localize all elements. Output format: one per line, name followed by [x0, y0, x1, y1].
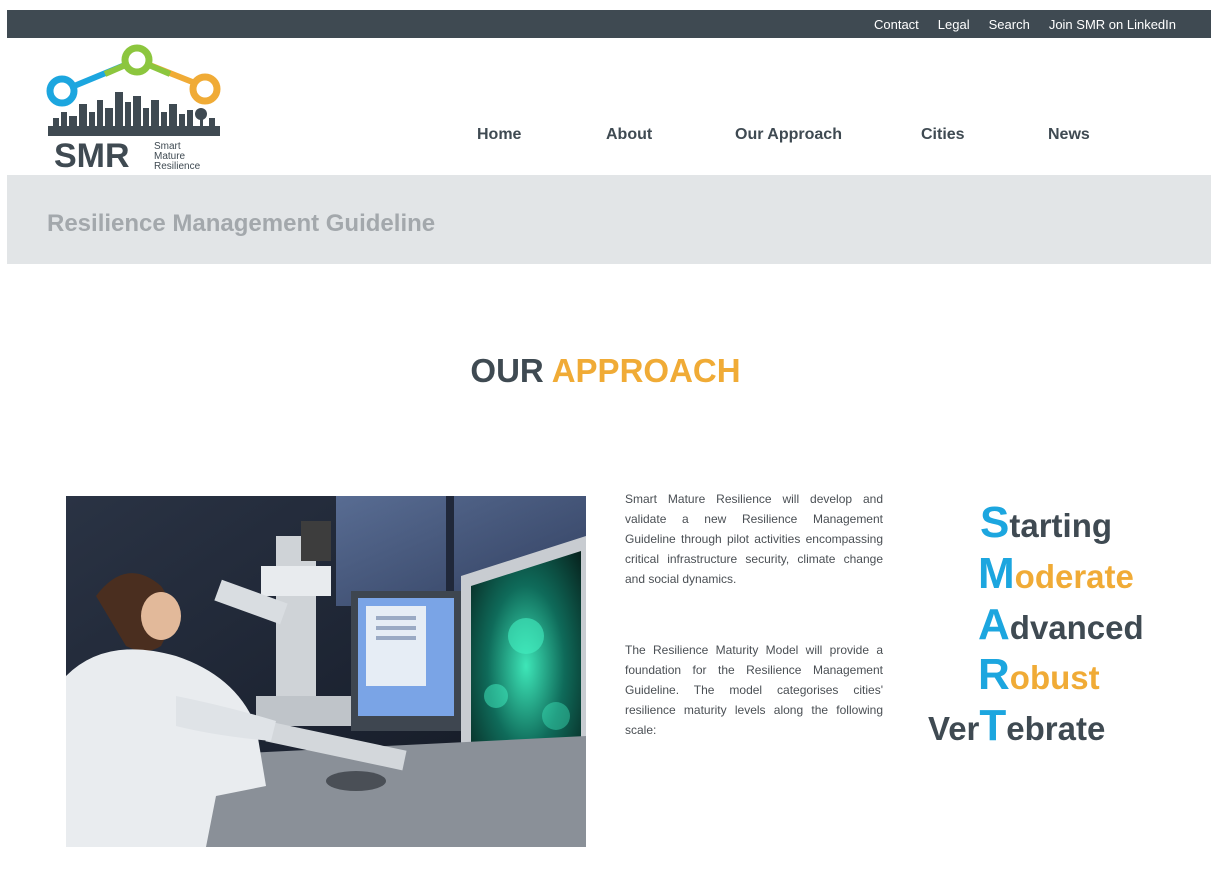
site-header: SMR Smart Mature Resilience Home About O…: [7, 38, 1211, 175]
maturity-model-paragraph: The Resilience Maturity Model will provi…: [625, 643, 883, 737]
scale-item-starting: Starting: [980, 501, 1113, 546]
linkedin-link[interactable]: Join SMR on LinkedIn: [1049, 17, 1176, 32]
scale-rest: dvanced: [1009, 609, 1144, 646]
top-utility-bar: Contact Legal Search Join SMR on LinkedI…: [7, 10, 1211, 38]
page-title-band: Resilience Management Guideline: [7, 175, 1211, 264]
scale-item-advanced: Advanced: [978, 603, 1144, 648]
scale-item-moderate: Moderate: [978, 552, 1134, 597]
lab-photo-image: [66, 496, 586, 847]
top-links: Contact Legal Search Join SMR on LinkedI…: [874, 10, 1176, 38]
logo-abbr: SMR: [54, 137, 130, 175]
intro-paragraph: Smart Mature Resilience will develop and…: [625, 492, 883, 586]
nav-home[interactable]: Home: [477, 126, 521, 144]
scale-initial: R: [978, 650, 1010, 699]
scale-initial: S: [980, 498, 1010, 547]
scale-item-robust: Robust: [978, 653, 1100, 698]
legal-link[interactable]: Legal: [938, 17, 970, 32]
scale-initial: T: [979, 701, 1007, 750]
smr-logo[interactable]: SMR Smart Mature Resilience: [45, 42, 225, 174]
section-heading-part2: APPROACH: [551, 352, 741, 389]
scale-rest: ebrate: [1006, 710, 1106, 747]
logo-subtitle-line: Resilience: [154, 161, 201, 172]
section-heading-part1: OUR: [470, 352, 544, 389]
lab-photo: [66, 496, 586, 847]
nav-news[interactable]: News: [1048, 126, 1090, 144]
logo-subtitle: Smart Mature Resilience: [154, 142, 200, 172]
scale-rest: tarting: [1009, 507, 1113, 544]
contact-link[interactable]: Contact: [874, 17, 919, 32]
nav-cities[interactable]: Cities: [921, 126, 965, 144]
nav-about[interactable]: About: [606, 126, 652, 144]
scale-item-vertebrate: VerTebrate: [928, 704, 1106, 749]
scale-rest: oderate: [1014, 558, 1134, 595]
page-title: Resilience Management Guideline: [47, 210, 436, 237]
scale-prefix: Ver: [928, 710, 980, 747]
scale-initial: A: [978, 600, 1010, 649]
scale-rest: obust: [1009, 659, 1100, 696]
scale-initial: M: [978, 549, 1015, 598]
nav-our-approach[interactable]: Our Approach: [735, 126, 842, 144]
search-link[interactable]: Search: [989, 17, 1030, 32]
section-heading: OUR APPROACH: [0, 352, 1211, 390]
